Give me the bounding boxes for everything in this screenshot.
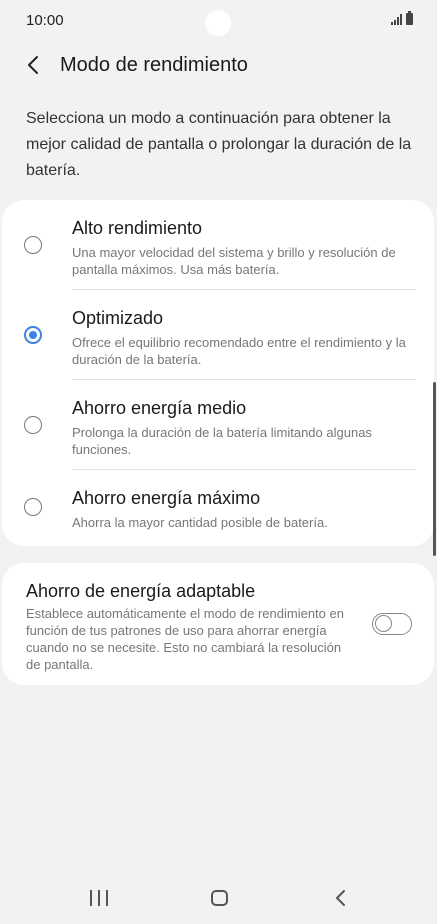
radio-button[interactable] [24, 416, 42, 434]
page-description: Selecciona un modo a continuación para o… [26, 110, 412, 179]
scroll-indicator[interactable] [433, 382, 436, 556]
divider [72, 289, 416, 290]
radio-button[interactable] [24, 236, 42, 254]
mode-description: Una mayor velocidad del sistema y brillo… [72, 245, 396, 277]
divider [72, 469, 416, 470]
performance-modes-card: Alto rendimiento Una mayor velocidad del… [2, 200, 434, 546]
mode-title: Ahorro energía medio [72, 398, 247, 418]
nav-back-icon[interactable] [334, 888, 348, 908]
page-title: Modo de rendimiento [60, 54, 248, 76]
mode-description: Prolonga la duración de la batería limit… [72, 425, 372, 457]
status-time: 10:00 [26, 12, 64, 29]
status-bar: 10:00 [0, 0, 437, 44]
divider [72, 379, 416, 380]
adaptive-toggle[interactable] [372, 613, 412, 635]
back-arrow-icon[interactable] [24, 54, 44, 76]
navigation-bar [0, 872, 437, 924]
mode-title: Alto rendimiento [72, 218, 203, 238]
status-icons [391, 11, 413, 25]
mode-title: Ahorro energía máximo [72, 488, 261, 508]
radio-button-selected[interactable] [24, 326, 42, 344]
battery-icon [406, 11, 413, 25]
adaptive-title: Ahorro de energía adaptable [26, 581, 256, 601]
radio-button[interactable] [24, 498, 42, 516]
camera-cutout [205, 10, 231, 36]
adaptive-saving-card[interactable]: Ahorro de energía adaptable Establece au… [2, 563, 434, 685]
recents-icon[interactable] [90, 890, 108, 906]
mode-title: Optimizado [72, 308, 164, 328]
mode-description: Ahorra la mayor cantidad posible de bate… [72, 515, 328, 530]
adaptive-description: Establece automáticamente el modo de ren… [26, 606, 344, 672]
home-icon[interactable] [211, 890, 228, 906]
mode-description: Ofrece el equilibrio recomendado entre e… [72, 335, 406, 367]
signal-icon [391, 13, 402, 25]
app-header: Modo de rendimiento [0, 44, 437, 88]
toggle-knob [375, 615, 392, 632]
